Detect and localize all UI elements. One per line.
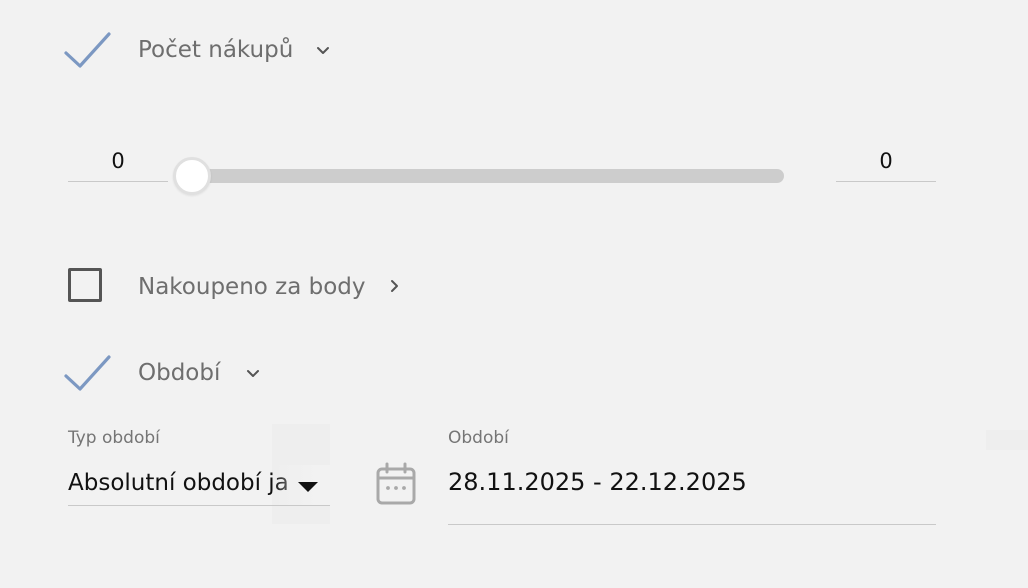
period-range-value: 28.11.2025 - 22.12.2025 [448,468,747,496]
bought-for-points-label[interactable]: Nakoupeno za body [138,276,366,299]
period-range-input[interactable]: 28.11.2025 - 22.12.2025 [448,468,936,525]
purchase-count-min-input[interactable]: 0 [68,141,168,182]
period-range-label: Období [448,428,509,448]
chevron-down-icon[interactable] [245,366,261,382]
period-check-icon[interactable] [64,354,112,394]
period-type-select[interactable]: Absolutní období ja [68,465,330,506]
chevron-right-icon[interactable] [386,278,402,294]
caret-down-icon[interactable] [298,482,318,492]
chevron-down-icon[interactable] [315,43,331,59]
calendar-icon[interactable] [375,462,417,506]
bought-for-points-checkbox[interactable] [68,268,102,302]
purchase-count-max-input[interactable]: 0 [836,141,936,182]
purchase-count-check-icon[interactable] [64,31,112,71]
period-type-label: Typ období [68,428,160,448]
purchase-count-slider-track[interactable] [192,169,784,183]
edge-shade [986,430,1028,450]
purchase-count-slider-thumb[interactable] [173,157,211,195]
period-type-value: Absolutní období ja [68,470,289,496]
purchase-count-label[interactable]: Počet nákupů [138,39,293,62]
period-label[interactable]: Období [138,362,220,385]
